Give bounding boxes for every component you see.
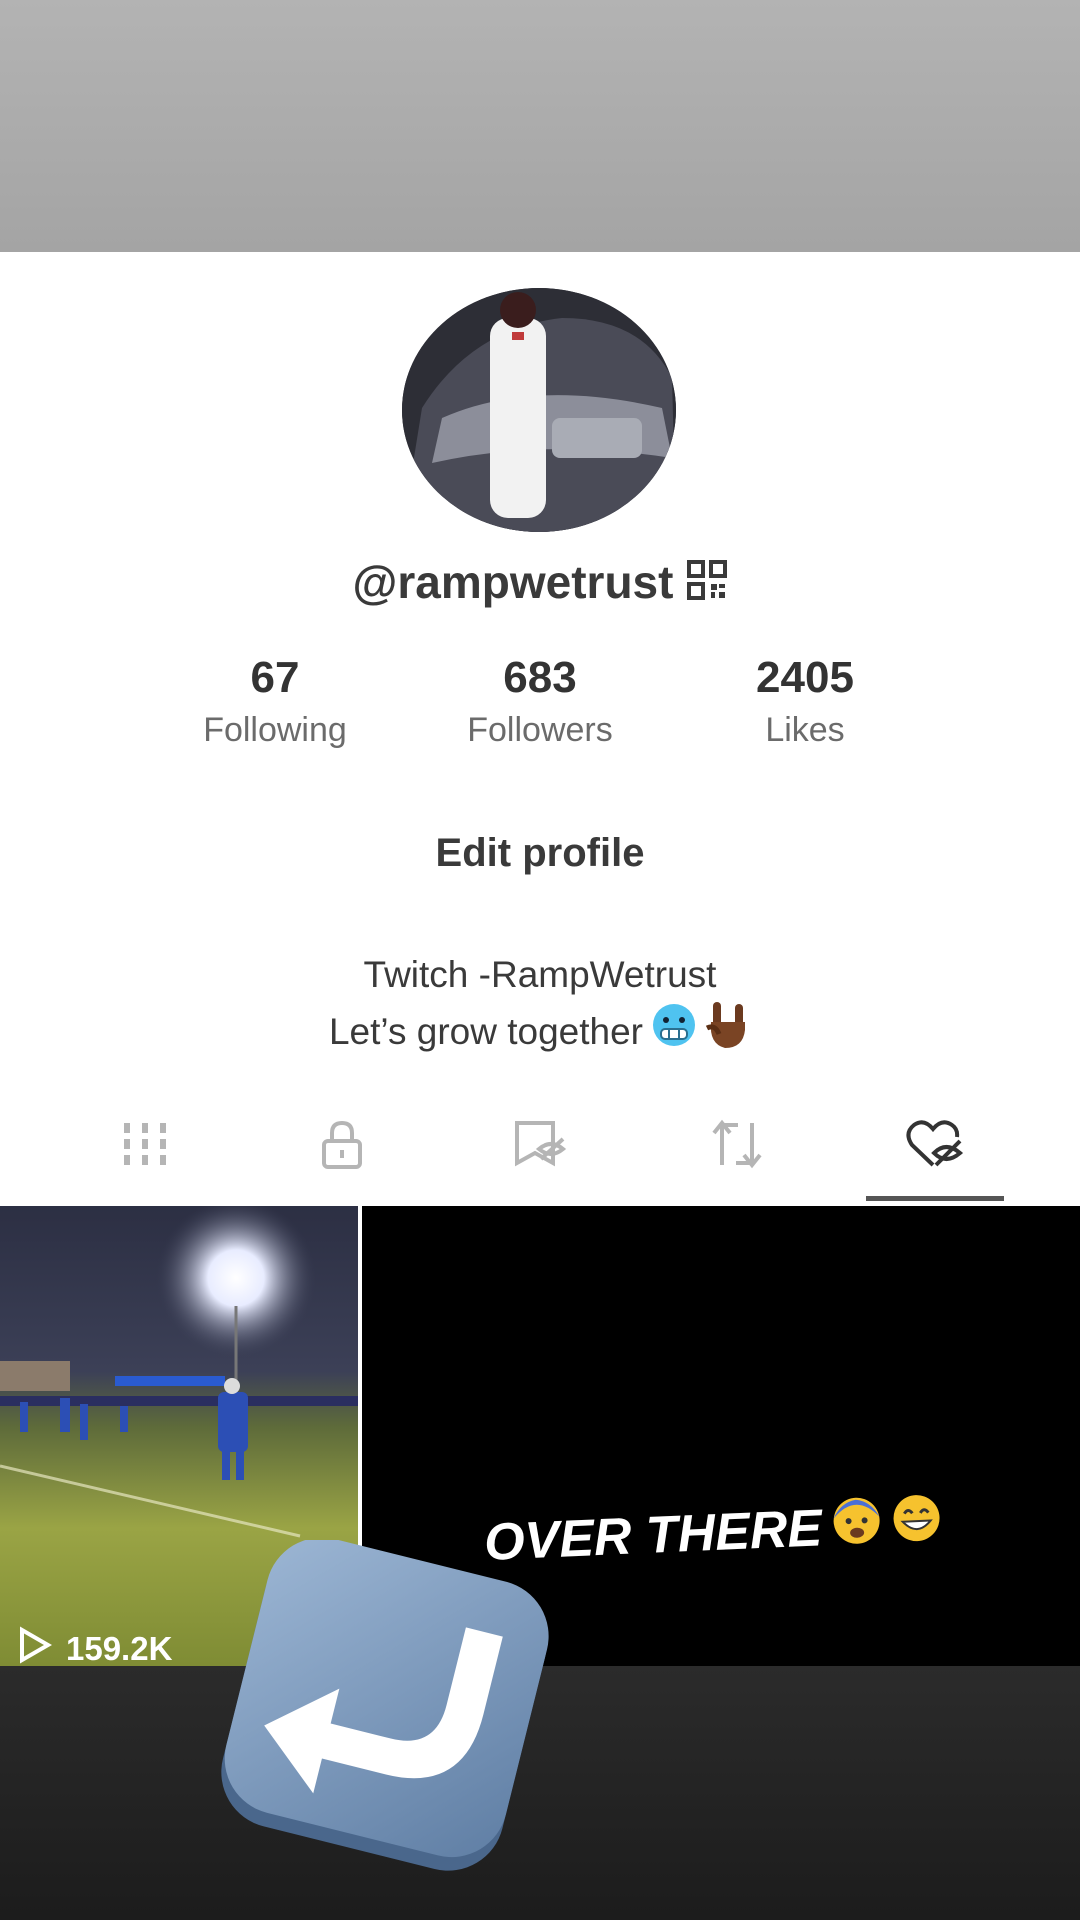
stat-likes[interactable]: 2405 Likes: [695, 650, 915, 754]
edit-profile-button[interactable]: Edit profile: [400, 822, 680, 884]
followers-count: 683: [503, 653, 577, 702]
grinning-face-emoji-icon: [891, 1492, 944, 1557]
return-arrow-sticker: [216, 1537, 552, 1876]
following-count: 67: [250, 653, 300, 702]
hidden-tag-icon: [513, 1119, 567, 1174]
grid-icon: [122, 1121, 168, 1172]
stat-following[interactable]: 67 Following: [165, 650, 385, 754]
tab-private[interactable]: [272, 1108, 412, 1184]
following-label: Following: [203, 711, 347, 749]
tab-hidden-tagged[interactable]: [470, 1108, 610, 1184]
bio-line-1: Twitch -RampWetrust: [363, 954, 717, 995]
view-count-value: 159.2K: [66, 1630, 173, 1667]
profile-bio: Twitch -RampWetrust Let’s grow together: [0, 950, 1080, 1063]
profile-stats: 67 Following 683 Followers 2405 Likes: [0, 650, 1080, 760]
bio-line-2-row: Let’s grow together: [0, 1000, 1080, 1063]
username: @rampwetrust: [352, 556, 674, 608]
fearful-face-emoji-icon: [831, 1494, 884, 1559]
qr-code-icon[interactable]: [687, 559, 728, 605]
return-arrow-icon: [221, 1537, 549, 1871]
username-row: @rampwetrust: [0, 552, 1080, 612]
likes-label: Likes: [765, 711, 845, 749]
repost-icon: [710, 1119, 764, 1174]
tab-videos[interactable]: [75, 1108, 215, 1184]
top-overlay-band: [0, 0, 1080, 252]
lock-icon: [319, 1119, 365, 1174]
bio-line-2: Let’s grow together: [328, 1010, 643, 1052]
followers-label: Followers: [467, 711, 613, 749]
tab-hidden-likes[interactable]: [865, 1108, 1005, 1184]
cold-face-emoji-icon: [651, 1002, 697, 1061]
stat-followers[interactable]: 683 Followers: [430, 650, 650, 754]
profile-avatar[interactable]: [402, 288, 676, 532]
hidden-heart-icon: [906, 1119, 964, 1174]
likes-count: 2405: [756, 653, 854, 702]
rock-on-hand-icon: [705, 1000, 751, 1063]
tab-reposts[interactable]: [667, 1108, 807, 1184]
profile-tab-bar: [0, 1108, 1080, 1204]
active-tab-indicator: [866, 1196, 1004, 1201]
avatar-photo: [402, 288, 676, 532]
